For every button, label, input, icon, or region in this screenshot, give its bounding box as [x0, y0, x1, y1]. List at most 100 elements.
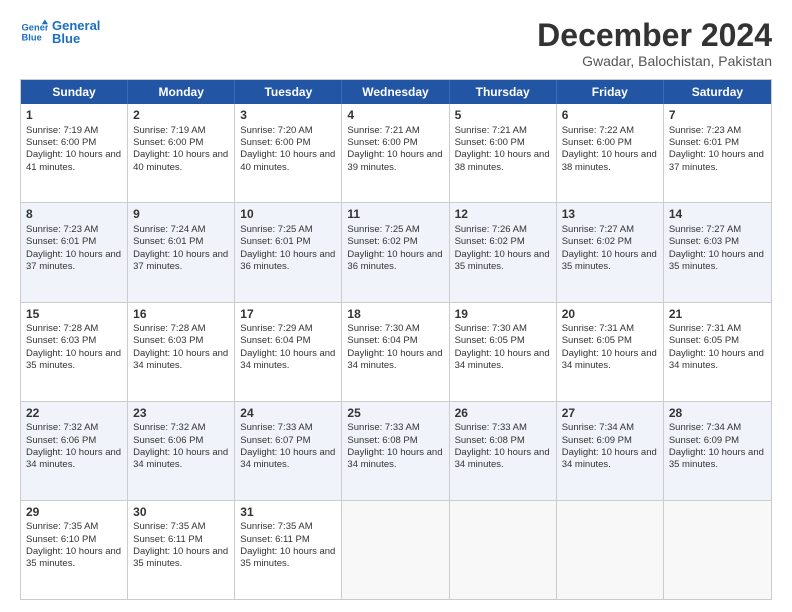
day-number: 9: [133, 207, 229, 223]
sunrise: Sunrise: 7:27 AM: [562, 224, 658, 236]
daylight: Daylight: 10 hours and 35 minutes.: [133, 546, 229, 571]
sunset: Sunset: 6:04 PM: [240, 335, 336, 347]
week-row-4: 22 Sunrise: 7:32 AM Sunset: 6:06 PM Dayl…: [21, 401, 771, 500]
daylight: Daylight: 10 hours and 34 minutes.: [26, 447, 122, 472]
sunset: Sunset: 6:05 PM: [669, 335, 766, 347]
day-27: 27 Sunrise: 7:34 AM Sunset: 6:09 PM Dayl…: [557, 402, 664, 500]
day-number: 11: [347, 207, 443, 223]
day-13: 13 Sunrise: 7:27 AM Sunset: 6:02 PM Dayl…: [557, 203, 664, 301]
sunset: Sunset: 6:01 PM: [669, 137, 766, 149]
sunset: Sunset: 6:01 PM: [26, 236, 122, 248]
day-17: 17 Sunrise: 7:29 AM Sunset: 6:04 PM Dayl…: [235, 303, 342, 401]
sunset: Sunset: 6:00 PM: [133, 137, 229, 149]
day-26: 26 Sunrise: 7:33 AM Sunset: 6:08 PM Dayl…: [450, 402, 557, 500]
daylight: Daylight: 10 hours and 35 minutes.: [562, 249, 658, 274]
day-21: 21 Sunrise: 7:31 AM Sunset: 6:05 PM Dayl…: [664, 303, 771, 401]
sunset: Sunset: 6:04 PM: [347, 335, 443, 347]
day-12: 12 Sunrise: 7:26 AM Sunset: 6:02 PM Dayl…: [450, 203, 557, 301]
sunset: Sunset: 6:02 PM: [455, 236, 551, 248]
sunrise: Sunrise: 7:25 AM: [240, 224, 336, 236]
day-number: 27: [562, 406, 658, 422]
header-thursday: Thursday: [450, 80, 557, 104]
day-empty-3: [557, 501, 664, 599]
daylight: Daylight: 10 hours and 34 minutes.: [347, 447, 443, 472]
sunrise: Sunrise: 7:30 AM: [455, 323, 551, 335]
day-number: 30: [133, 505, 229, 521]
sunset: Sunset: 6:00 PM: [240, 137, 336, 149]
page: General Blue GeneralBlue December 2024 G…: [0, 0, 792, 612]
day-number: 6: [562, 108, 658, 124]
sunset: Sunset: 6:09 PM: [562, 435, 658, 447]
sunrise: Sunrise: 7:30 AM: [347, 323, 443, 335]
day-15: 15 Sunrise: 7:28 AM Sunset: 6:03 PM Dayl…: [21, 303, 128, 401]
sunset: Sunset: 6:00 PM: [562, 137, 658, 149]
sunrise: Sunrise: 7:35 AM: [26, 521, 122, 533]
day-number: 18: [347, 307, 443, 323]
week-row-1: 1 Sunrise: 7:19 AM Sunset: 6:00 PM Dayli…: [21, 104, 771, 202]
day-number: 23: [133, 406, 229, 422]
day-number: 20: [562, 307, 658, 323]
daylight: Daylight: 10 hours and 41 minutes.: [26, 149, 122, 174]
day-22: 22 Sunrise: 7:32 AM Sunset: 6:06 PM Dayl…: [21, 402, 128, 500]
sunrise: Sunrise: 7:34 AM: [669, 422, 766, 434]
daylight: Daylight: 10 hours and 34 minutes.: [455, 348, 551, 373]
sunset: Sunset: 6:11 PM: [240, 534, 336, 546]
logo: General Blue GeneralBlue: [20, 18, 100, 46]
sunrise: Sunrise: 7:33 AM: [455, 422, 551, 434]
day-20: 20 Sunrise: 7:31 AM Sunset: 6:05 PM Dayl…: [557, 303, 664, 401]
day-number: 10: [240, 207, 336, 223]
daylight: Daylight: 10 hours and 39 minutes.: [347, 149, 443, 174]
sunrise: Sunrise: 7:31 AM: [669, 323, 766, 335]
day-number: 8: [26, 207, 122, 223]
sunset: Sunset: 6:08 PM: [455, 435, 551, 447]
day-number: 2: [133, 108, 229, 124]
day-28: 28 Sunrise: 7:34 AM Sunset: 6:09 PM Dayl…: [664, 402, 771, 500]
daylight: Daylight: 10 hours and 34 minutes.: [347, 348, 443, 373]
sunrise: Sunrise: 7:32 AM: [26, 422, 122, 434]
daylight: Daylight: 10 hours and 37 minutes.: [133, 249, 229, 274]
title-block: December 2024 Gwadar, Balochistan, Pakis…: [537, 18, 772, 69]
daylight: Daylight: 10 hours and 35 minutes.: [669, 447, 766, 472]
day-number: 4: [347, 108, 443, 124]
header-wednesday: Wednesday: [342, 80, 449, 104]
daylight: Daylight: 10 hours and 34 minutes.: [133, 447, 229, 472]
sunset: Sunset: 6:03 PM: [133, 335, 229, 347]
day-31: 31 Sunrise: 7:35 AM Sunset: 6:11 PM Dayl…: [235, 501, 342, 599]
month-title: December 2024: [537, 18, 772, 53]
sunset: Sunset: 6:08 PM: [347, 435, 443, 447]
sunrise: Sunrise: 7:27 AM: [669, 224, 766, 236]
header-monday: Monday: [128, 80, 235, 104]
sunset: Sunset: 6:00 PM: [347, 137, 443, 149]
sunrise: Sunrise: 7:22 AM: [562, 125, 658, 137]
day-number: 1: [26, 108, 122, 124]
daylight: Daylight: 10 hours and 35 minutes.: [26, 546, 122, 571]
daylight: Daylight: 10 hours and 35 minutes.: [240, 546, 336, 571]
logo-text: GeneralBlue: [52, 19, 100, 45]
day-23: 23 Sunrise: 7:32 AM Sunset: 6:06 PM Dayl…: [128, 402, 235, 500]
sunrise: Sunrise: 7:19 AM: [26, 125, 122, 137]
day-2: 2 Sunrise: 7:19 AM Sunset: 6:00 PM Dayli…: [128, 104, 235, 202]
daylight: Daylight: 10 hours and 34 minutes.: [562, 447, 658, 472]
day-number: 21: [669, 307, 766, 323]
sunrise: Sunrise: 7:25 AM: [347, 224, 443, 236]
daylight: Daylight: 10 hours and 35 minutes.: [26, 348, 122, 373]
daylight: Daylight: 10 hours and 36 minutes.: [240, 249, 336, 274]
week-row-5: 29 Sunrise: 7:35 AM Sunset: 6:10 PM Dayl…: [21, 500, 771, 599]
daylight: Daylight: 10 hours and 34 minutes.: [240, 348, 336, 373]
sunset: Sunset: 6:03 PM: [669, 236, 766, 248]
day-5: 5 Sunrise: 7:21 AM Sunset: 6:00 PM Dayli…: [450, 104, 557, 202]
sunset: Sunset: 6:06 PM: [133, 435, 229, 447]
sunrise: Sunrise: 7:33 AM: [347, 422, 443, 434]
day-number: 14: [669, 207, 766, 223]
day-11: 11 Sunrise: 7:25 AM Sunset: 6:02 PM Dayl…: [342, 203, 449, 301]
daylight: Daylight: 10 hours and 38 minutes.: [562, 149, 658, 174]
daylight: Daylight: 10 hours and 35 minutes.: [669, 249, 766, 274]
sunrise: Sunrise: 7:35 AM: [133, 521, 229, 533]
day-number: 17: [240, 307, 336, 323]
day-number: 12: [455, 207, 551, 223]
sunrise: Sunrise: 7:35 AM: [240, 521, 336, 533]
day-24: 24 Sunrise: 7:33 AM Sunset: 6:07 PM Dayl…: [235, 402, 342, 500]
sunrise: Sunrise: 7:34 AM: [562, 422, 658, 434]
logo-icon: General Blue: [20, 18, 48, 46]
sunset: Sunset: 6:00 PM: [26, 137, 122, 149]
